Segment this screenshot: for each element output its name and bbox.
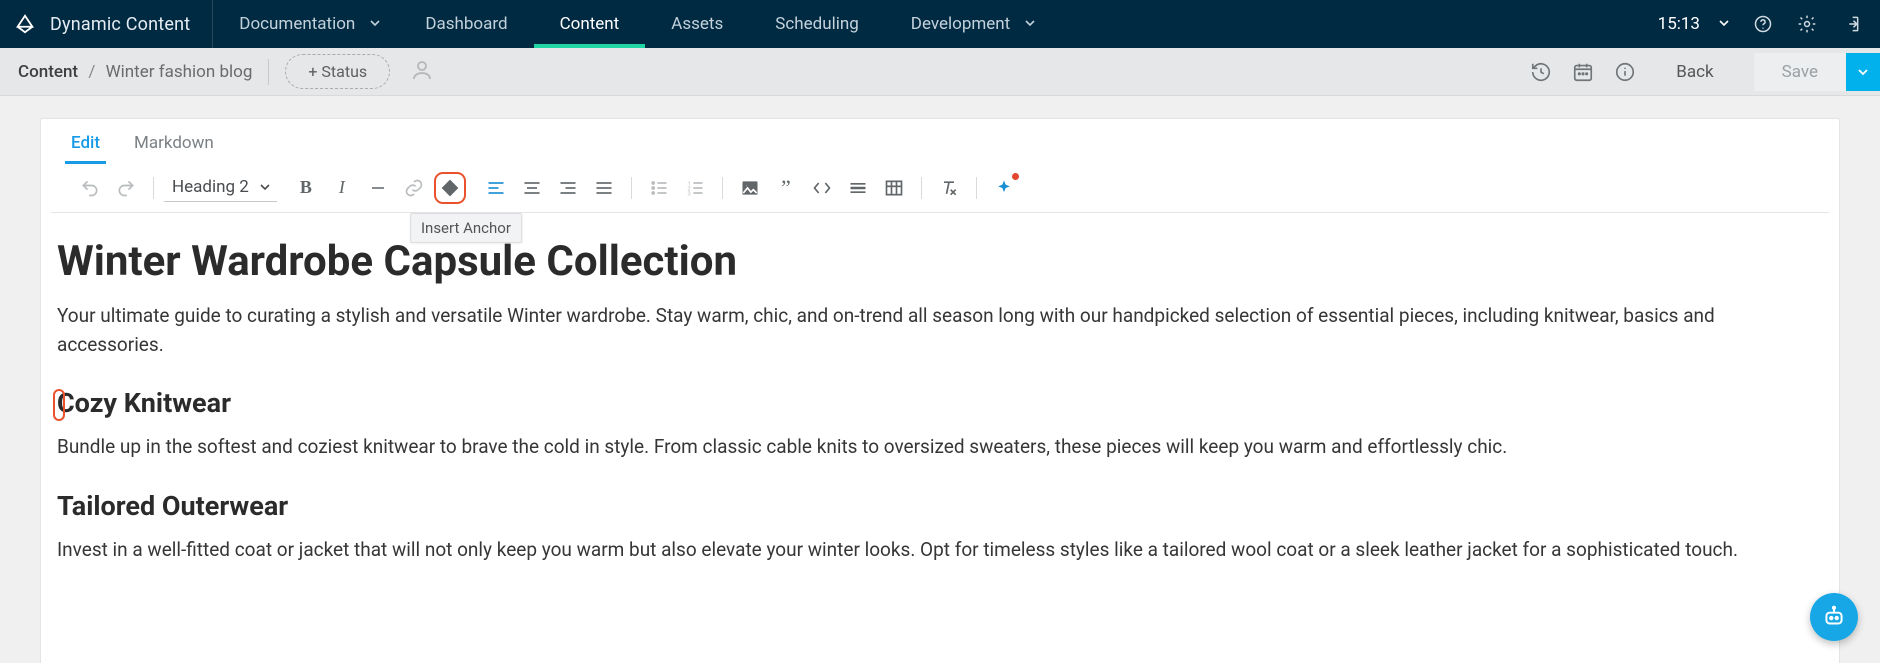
vertical-separator [268, 59, 269, 85]
bullet-list-icon[interactable] [646, 175, 672, 201]
nav-dashboard-label: Dashboard [425, 14, 507, 34]
clock[interactable]: 15:13 [1658, 14, 1730, 34]
code-icon[interactable] [809, 175, 835, 201]
horizontal-rule-icon[interactable] [845, 175, 871, 201]
doc-h2-knitwear-text: Cozy Knitwear [57, 387, 231, 419]
tab-edit[interactable]: Edit [71, 133, 100, 163]
align-justify-icon[interactable] [591, 175, 617, 201]
tab-markdown[interactable]: Markdown [134, 133, 214, 163]
doc-h2-outerwear[interactable]: Tailored Outerwear [57, 490, 1789, 522]
align-left-icon[interactable] [483, 175, 509, 201]
nav-assets-label: Assets [671, 14, 723, 34]
italic-icon[interactable]: I [329, 175, 355, 201]
insert-table-icon[interactable] [881, 175, 907, 201]
page: Edit Markdown Heading 2 B I [0, 96, 1880, 663]
clock-time: 15:13 [1658, 14, 1700, 34]
settings-gear-icon[interactable] [1796, 13, 1818, 35]
save-group: Save [1754, 53, 1880, 91]
history-icon[interactable] [1530, 61, 1552, 83]
brand: Dynamic Content [0, 0, 212, 48]
breadcrumb-separator: / [88, 62, 95, 82]
caret-down-icon [1024, 14, 1036, 34]
sub-header: Content / Winter fashion blog + Status B… [0, 48, 1880, 96]
doc-paragraph[interactable]: Your ultimate guide to curating a stylis… [57, 302, 1789, 359]
align-center-icon[interactable] [519, 175, 545, 201]
nav-scheduling[interactable]: Scheduling [749, 0, 885, 48]
nav-dashboard[interactable]: Dashboard [399, 0, 533, 48]
nav-documentation-label: Documentation [239, 14, 355, 34]
heading-selector[interactable]: Heading 2 [164, 173, 277, 202]
breadcrumb-leaf: Winter fashion blog [106, 62, 253, 82]
nav-development-label: Development [911, 14, 1010, 34]
save-dropdown-button[interactable] [1846, 53, 1880, 91]
insert-anchor-icon[interactable]: Insert Anchor [437, 175, 463, 201]
ordered-list-icon[interactable]: 123 [682, 175, 708, 201]
add-status-button[interactable]: + Status [285, 54, 390, 89]
info-icon[interactable] [1614, 61, 1636, 83]
nav-documentation[interactable]: Documentation [213, 0, 399, 48]
calendar-icon[interactable] [1572, 61, 1594, 83]
nav-assets[interactable]: Assets [645, 0, 749, 48]
heading-selector-label: Heading 2 [172, 177, 249, 197]
editor-tabs: Edit Markdown [41, 119, 1839, 163]
editor-card: Edit Markdown Heading 2 B I [40, 118, 1840, 663]
doc-h2-knitwear[interactable]: Cozy Knitwear [57, 387, 1789, 419]
doc-paragraph[interactable]: Invest in a well-fitted coat or jacket t… [57, 536, 1789, 565]
bold-icon[interactable]: B [293, 175, 319, 201]
doc-h1[interactable]: Winter Wardrobe Capsule Collection [57, 237, 1789, 286]
undo-icon[interactable] [77, 175, 103, 201]
strikethrough-icon[interactable] [365, 175, 391, 201]
back-button[interactable]: Back [1676, 62, 1713, 82]
doc-paragraph[interactable]: Bundle up in the softest and coziest kni… [57, 433, 1789, 462]
svg-text:3: 3 [687, 191, 690, 197]
brand-logo-icon [14, 13, 36, 35]
clear-formatting-icon[interactable] [936, 175, 962, 201]
align-right-icon[interactable] [555, 175, 581, 201]
editor-content[interactable]: Winter Wardrobe Capsule Collection Your … [57, 237, 1789, 564]
chat-assistant-button[interactable] [1810, 593, 1858, 641]
editor-scroll[interactable]: Winter Wardrobe Capsule Collection Your … [41, 213, 1839, 643]
nav-scheduling-label: Scheduling [775, 14, 859, 34]
breadcrumb-root[interactable]: Content [18, 62, 78, 82]
top-nav: Dynamic Content Documentation Dashboard … [0, 0, 1880, 48]
logout-icon[interactable] [1840, 13, 1862, 35]
nav-content-label: Content [560, 14, 620, 34]
redo-icon[interactable] [113, 175, 139, 201]
text-cursor-marker-icon [53, 389, 65, 421]
nav-content[interactable]: Content [534, 0, 646, 48]
brand-name: Dynamic Content [50, 14, 190, 35]
breadcrumb: Content / Winter fashion blog [18, 62, 252, 82]
help-icon[interactable] [1752, 13, 1774, 35]
link-icon[interactable] [401, 175, 427, 201]
save-button[interactable]: Save [1754, 53, 1846, 91]
blockquote-icon[interactable]: ” [773, 175, 799, 201]
nav-right: 15:13 [1658, 0, 1880, 48]
notification-dot-icon [1012, 173, 1019, 180]
caret-down-icon [1718, 14, 1730, 34]
ai-assist-icon[interactable] [991, 175, 1017, 201]
insert-image-icon[interactable] [737, 175, 763, 201]
owner-avatar-icon[interactable] [410, 58, 434, 86]
caret-down-icon [369, 14, 381, 34]
editor-toolbar: Heading 2 B I Insert Anchor [51, 163, 1829, 213]
nav-development[interactable]: Development [885, 0, 1054, 48]
